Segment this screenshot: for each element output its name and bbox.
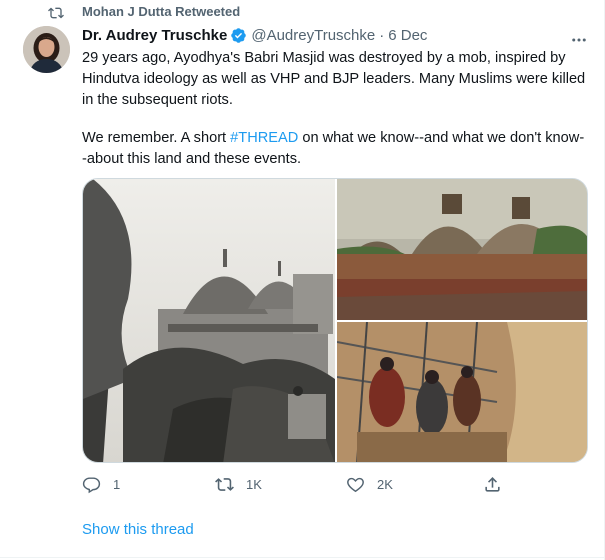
- divider: [0, 557, 605, 558]
- display-name[interactable]: Dr. Audrey Truschke: [82, 27, 227, 44]
- tweet-paragraph: 29 years ago, Ayodhya's Babri Masjid was…: [82, 50, 586, 108]
- retweet-icon: [215, 478, 234, 491]
- heart-icon: [347, 477, 364, 493]
- separator-dot: ·: [379, 27, 385, 44]
- tweet-text: 29 years ago, Ayodhya's Babri Masjid was…: [82, 48, 587, 170]
- like-count: 2K: [377, 477, 393, 492]
- retweet-icon: [48, 7, 64, 19]
- media-grid: [82, 178, 588, 463]
- verified-badge-icon: [231, 28, 247, 43]
- tweet-text-segment: We remember. A short: [82, 130, 231, 146]
- handle[interactable]: @AudreyTruschke: [251, 27, 375, 44]
- tweet-actions: 1 1K 2K: [82, 475, 512, 497]
- hashtag-link[interactable]: #THREAD: [230, 130, 298, 146]
- like-button[interactable]: 2K: [346, 475, 393, 494]
- tweet-card[interactable]: Mohan J Dutta Retweeted Dr. Audrey Trusc…: [0, 0, 605, 560]
- more-options-icon[interactable]: [570, 31, 588, 49]
- share-icon: [485, 477, 500, 492]
- tweet-header: Dr. Audrey Truschke @AudreyTruschke · 6 …: [82, 27, 427, 44]
- retweeted-by-label[interactable]: Mohan J Dutta Retweeted: [82, 4, 240, 19]
- retweet-button[interactable]: 1K: [215, 475, 262, 494]
- tweet-paragraph: We remember. A short #THREAD on what we …: [82, 128, 587, 170]
- reply-button[interactable]: 1: [82, 475, 120, 494]
- share-button[interactable]: [483, 475, 502, 494]
- babri-masjid-historic-photo[interactable]: [83, 179, 335, 462]
- show-thread-link[interactable]: Show this thread: [82, 521, 194, 538]
- avatar[interactable]: [23, 26, 70, 73]
- reply-icon: [82, 477, 101, 494]
- demolition-photo[interactable]: [337, 322, 587, 462]
- crowd-on-domes-photo[interactable]: [337, 179, 587, 320]
- retweet-count: 1K: [246, 477, 262, 492]
- tweet-date[interactable]: 6 Dec: [388, 27, 427, 44]
- reply-count: 1: [113, 477, 121, 492]
